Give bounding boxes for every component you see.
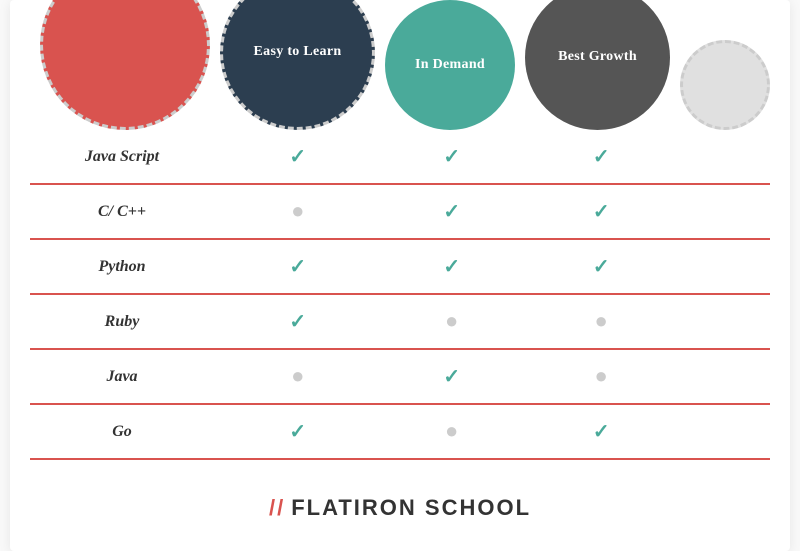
check-icon: ✓ [593,201,610,223]
brand-text: FLATIRON SCHOOL [291,495,531,520]
bubble-growth-label: Best Growth [548,38,647,76]
demand-cell: ● [381,294,522,349]
easy-cell: ● [214,184,381,239]
table-wrapper: Java Script✓✓✓C/ C++●✓✓Python✓✓✓Ruby✓●●J… [10,130,790,460]
brand-name: //FLATIRON SCHOOL [269,495,531,520]
table-row: Python ✓ ✓ ✓ [30,239,770,294]
dot-icon: ● [595,308,608,333]
check-icon: ✓ [289,146,306,168]
table-row: C/ C++ ● ✓ ✓ [30,184,770,239]
growth-cell: ✓ [522,184,680,239]
check-icon: ✓ [593,146,610,168]
demand-cell: ✓ [381,184,522,239]
bubble-in-demand: In Demand [385,0,515,130]
easy-cell: ✓ [214,239,381,294]
dot-icon: ● [445,308,458,333]
demand-cell: ✓ [381,239,522,294]
table-row: Java Script ✓ ✓ ✓ [30,130,770,184]
check-icon: ✓ [289,256,306,278]
comparison-table: Java Script✓✓✓C/ C++●✓✓Python✓✓✓Ruby✓●●J… [30,130,770,460]
check-icon: ✓ [593,421,610,443]
extra-cell [680,404,770,459]
dot-icon: ● [291,198,304,223]
extra-cell [680,184,770,239]
easy-cell: ● [214,349,381,404]
main-card: Easy to Learn In Demand Best Growth Java… [10,0,790,551]
lang-name-cell: C/ C++ [30,184,214,239]
lang-name-cell: Go [30,404,214,459]
bubble-best-growth: Best Growth [525,0,670,130]
table-row: Go ✓ ● ✓ [30,404,770,459]
table-row: Java ● ✓ ● [30,349,770,404]
bubble-extra [680,40,770,130]
check-icon: ✓ [443,366,460,388]
growth-cell: ● [522,294,680,349]
check-icon: ✓ [443,201,460,223]
extra-cell [680,239,770,294]
brand-slashes: // [269,495,285,520]
growth-cell: ✓ [522,239,680,294]
easy-cell: ✓ [214,130,381,184]
dot-icon: ● [595,363,608,388]
check-icon: ✓ [443,146,460,168]
check-icon: ✓ [289,421,306,443]
demand-cell: ✓ [381,349,522,404]
check-icon: ✓ [443,256,460,278]
extra-cell [680,349,770,404]
bubble-demand-label: In Demand [405,46,495,84]
demand-cell: ✓ [381,130,522,184]
bubble-language [40,0,210,130]
footer: //FLATIRON SCHOOL [10,485,790,521]
extra-cell [680,294,770,349]
bubble-easy-to-learn: Easy to Learn [220,0,375,130]
demand-cell: ● [381,404,522,459]
growth-cell: ✓ [522,404,680,459]
growth-cell: ● [522,349,680,404]
dot-icon: ● [291,363,304,388]
lang-name-cell: Ruby [30,294,214,349]
easy-cell: ✓ [214,404,381,459]
check-icon: ✓ [289,311,306,333]
growth-cell: ✓ [522,130,680,184]
dot-icon: ● [445,418,458,443]
bubbles-header: Easy to Learn In Demand Best Growth [10,0,790,130]
check-icon: ✓ [593,256,610,278]
extra-cell [680,130,770,184]
table-row: Ruby ✓ ● ● [30,294,770,349]
easy-cell: ✓ [214,294,381,349]
lang-name-cell: Java [30,349,214,404]
lang-name-cell: Java Script [30,130,214,184]
bubble-easy-label: Easy to Learn [244,33,352,71]
lang-name-cell: Python [30,239,214,294]
